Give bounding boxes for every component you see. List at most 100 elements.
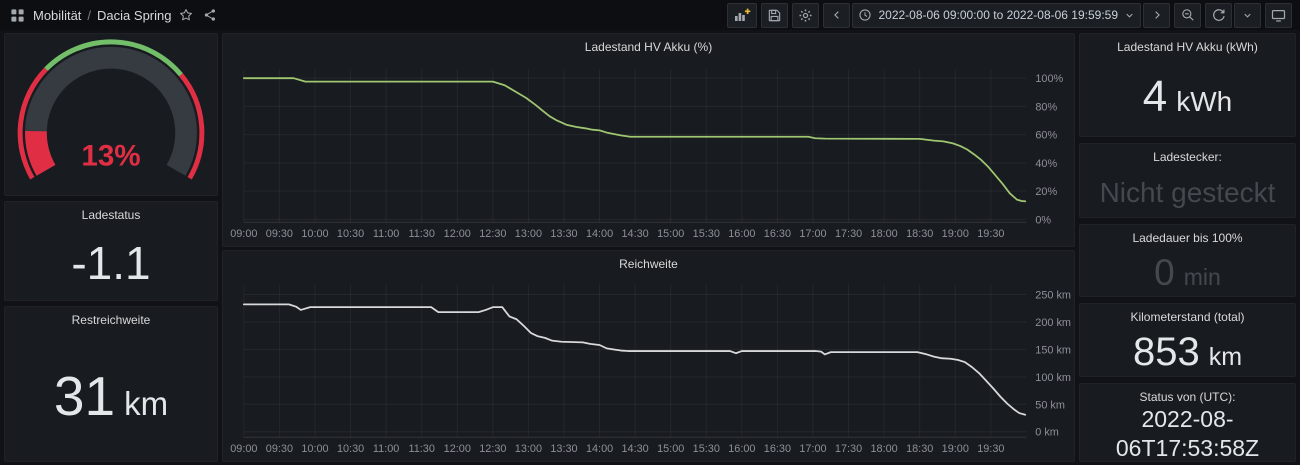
svg-text:10:30: 10:30 [337, 443, 364, 455]
panel-ladestand-chart: Ladestand HV Akku (%) 09:0009:3010:0010:… [222, 33, 1075, 247]
svg-text:13:00: 13:00 [515, 228, 542, 240]
svg-text:19:00: 19:00 [942, 228, 969, 240]
stat-value: 31 km [5, 331, 217, 461]
dashboard-settings-button[interactable] [792, 3, 819, 28]
panel-restreichweite: Restreichweite 31 km [4, 306, 218, 462]
panel-status-utc: Status von (UTC): 2022-08-06T17:53:58Z [1079, 383, 1296, 462]
stat-value: Nicht gesteckt [1080, 168, 1295, 217]
svg-text:15:00: 15:00 [657, 228, 684, 240]
svg-text:17:00: 17:00 [799, 228, 826, 240]
panel-title[interactable]: Ladestecker: [1080, 144, 1295, 171]
svg-text:10:00: 10:00 [301, 228, 328, 240]
chevron-down-icon [1242, 10, 1253, 21]
panel-ladestand-kwh: Ladestand HV Akku (kWh) 4 kWh [1079, 33, 1296, 137]
panel-title[interactable]: Ladestand HV Akku (kWh) [1080, 34, 1295, 61]
svg-text:11:00: 11:00 [373, 443, 399, 455]
stat-value: 4 kWh [1080, 58, 1295, 136]
ladestand-hv-akku-chart[interactable]: 09:0009:3010:0010:3011:0011:3012:0012:30… [223, 34, 1074, 246]
svg-text:15:30: 15:30 [693, 228, 720, 240]
time-shift-back-button[interactable] [823, 3, 850, 28]
svg-text:15:00: 15:00 [657, 443, 684, 455]
zoom-out-button[interactable] [1174, 3, 1201, 28]
svg-text:50 km: 50 km [1035, 399, 1065, 411]
panel-title[interactable]: Kilometerstand (total) [1080, 304, 1295, 331]
svg-text:13:30: 13:30 [550, 228, 577, 240]
chevron-down-icon [1124, 10, 1135, 21]
refresh-button[interactable] [1205, 3, 1232, 28]
svg-text:18:30: 18:30 [906, 443, 933, 455]
reichweite-chart[interactable]: 09:00 09:30 10:00 10:30 11:00 11:30 12:00 12:30… [223, 251, 1074, 461]
save-dashboard-button[interactable] [761, 3, 788, 28]
panel-title[interactable]: Restreichweite [5, 307, 217, 334]
svg-text:16:30: 16:30 [764, 443, 791, 455]
svg-text:40%: 40% [1035, 158, 1057, 170]
svg-text:0 km: 0 km [1035, 427, 1059, 439]
panel-title[interactable]: Ladedauer bis 100% [1080, 225, 1295, 252]
panel-title[interactable]: Ladestatus [5, 202, 217, 229]
clock-icon [858, 8, 872, 22]
apps-grid-icon[interactable] [8, 6, 27, 25]
panel-ladestecker: Ladestecker: Nicht gesteckt [1079, 143, 1296, 218]
svg-text:12:00: 12:00 [444, 228, 471, 240]
time-range-text: 2022-08-06 09:00:00 to 2022-08-06 19:59:… [878, 8, 1118, 22]
svg-text:12:30: 12:30 [479, 228, 506, 240]
svg-text:100 km: 100 km [1035, 372, 1071, 384]
svg-text:0%: 0% [1035, 214, 1051, 226]
svg-text:09:00: 09:00 [230, 443, 257, 455]
panel-ladestatus: Ladestatus -1.1 [4, 201, 218, 301]
svg-text:18:30: 18:30 [906, 228, 933, 240]
svg-text:19:30: 19:30 [977, 228, 1004, 240]
svg-text:18:00: 18:00 [871, 443, 898, 455]
svg-text:11:30: 11:30 [408, 228, 434, 240]
svg-text:13:00: 13:00 [515, 443, 542, 455]
kiosk-mode-button[interactable] [1265, 3, 1292, 28]
stat-value: 853 km [1080, 328, 1295, 376]
panel-battery-gauge: 13% [4, 33, 218, 196]
battery-gauge: 13% [5, 34, 217, 195]
top-navbar: Mobilität / Dacia Spring [0, 0, 1300, 30]
svg-text:14:30: 14:30 [622, 228, 649, 240]
stat-value: 2022-08-06T17:53:58Z [1080, 406, 1295, 461]
time-picker-group: 2022-08-06 09:00:00 to 2022-08-06 19:59:… [823, 3, 1170, 28]
svg-text:09:00: 09:00 [230, 228, 257, 240]
share-icon[interactable] [201, 6, 219, 24]
breadcrumb-page: Dacia Spring [97, 8, 171, 23]
star-icon[interactable] [177, 6, 195, 24]
breadcrumb-section[interactable]: Mobilität [33, 8, 81, 23]
plus-icon [745, 9, 750, 14]
stat-value: 0 min [1080, 249, 1295, 296]
svg-text:200 km: 200 km [1035, 317, 1071, 329]
svg-text:17:00: 17:00 [799, 443, 826, 455]
svg-text:15:30: 15:30 [693, 443, 720, 455]
refresh-group [1205, 3, 1261, 28]
svg-text:20%: 20% [1035, 186, 1057, 198]
svg-text:12:00: 12:00 [444, 443, 471, 455]
svg-text:14:00: 14:00 [586, 228, 613, 240]
svg-text:11:30: 11:30 [409, 443, 435, 455]
time-range-picker[interactable]: 2022-08-06 09:00:00 to 2022-08-06 19:59:… [852, 3, 1141, 28]
svg-text:13:30: 13:30 [550, 443, 577, 455]
grafana-dashboard: Mobilität / Dacia Spring [0, 0, 1300, 465]
svg-text:12:30: 12:30 [479, 443, 506, 455]
svg-text:250 km: 250 km [1035, 290, 1071, 302]
add-panel-button[interactable] [727, 3, 757, 28]
svg-text:19:30: 19:30 [977, 443, 1004, 455]
svg-text:150 km: 150 km [1035, 344, 1071, 356]
panel-kilometerstand: Kilometerstand (total) 853 km [1079, 303, 1296, 377]
refresh-interval-dropdown[interactable] [1234, 3, 1261, 28]
svg-text:14:30: 14:30 [622, 443, 649, 455]
svg-text:14:00: 14:00 [586, 443, 613, 455]
svg-text:17:30: 17:30 [835, 443, 862, 455]
time-shift-forward-button[interactable] [1143, 3, 1170, 28]
svg-text:16:00: 16:00 [728, 228, 755, 240]
svg-text:10:30: 10:30 [337, 228, 364, 240]
svg-text:16:00: 16:00 [728, 443, 755, 455]
svg-text:09:30: 09:30 [266, 228, 293, 240]
svg-text:100%: 100% [1035, 73, 1063, 85]
breadcrumb: Mobilität / Dacia Spring [33, 8, 171, 23]
svg-text:18:00: 18:00 [871, 228, 898, 240]
svg-text:80%: 80% [1035, 101, 1057, 113]
svg-text:09:30: 09:30 [266, 443, 293, 455]
svg-text:10:00: 10:00 [301, 443, 328, 455]
gauge-value: 13% [81, 139, 140, 172]
